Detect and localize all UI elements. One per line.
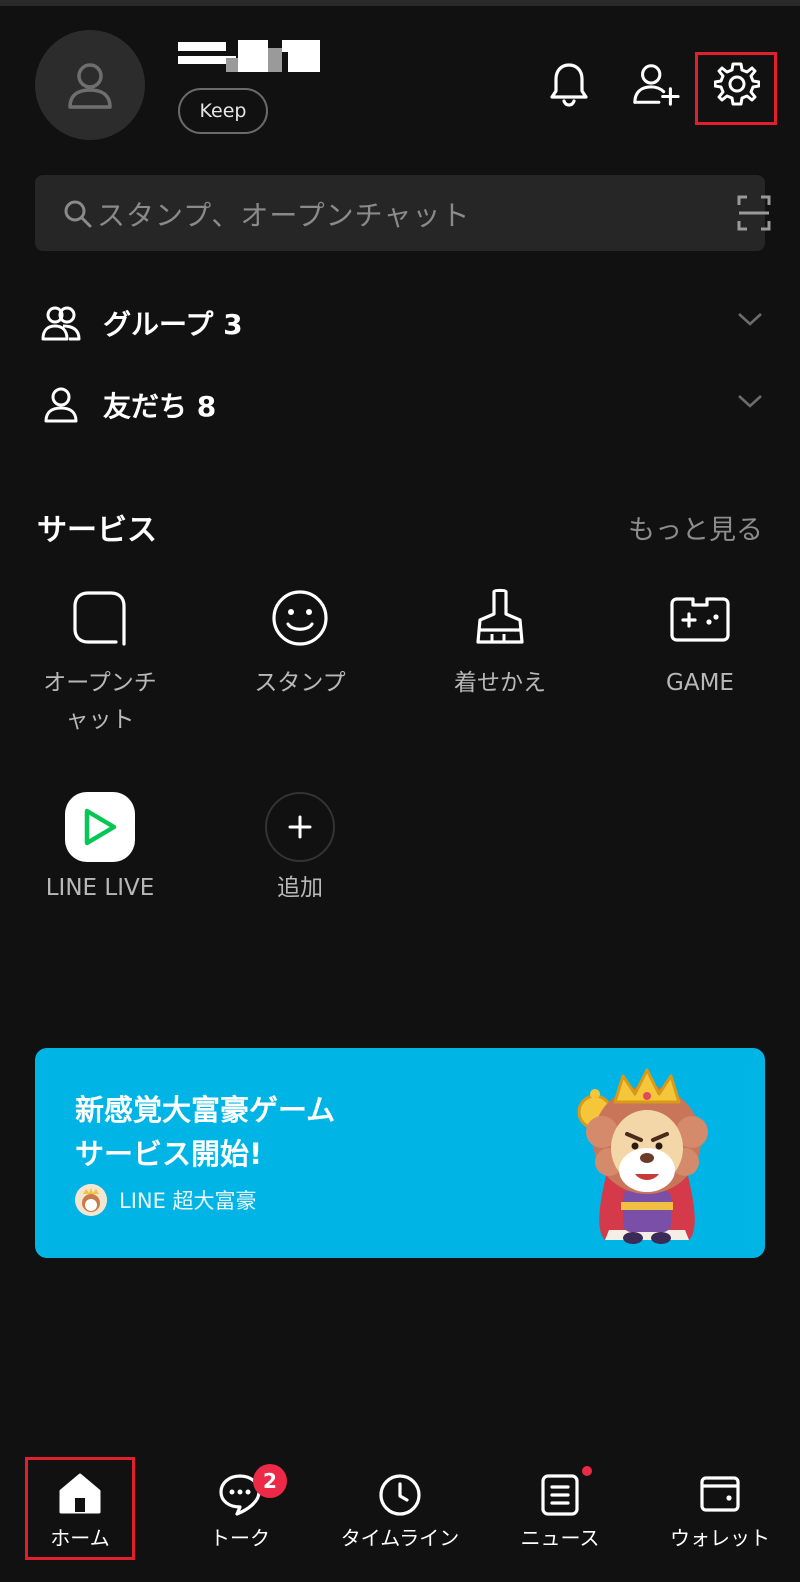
service-label: 追加 — [277, 875, 323, 901]
banner-headline-line-1: 新感覚大富豪ゲーム — [75, 1093, 336, 1127]
service-theme[interactable]: 着せかえ — [420, 583, 580, 702]
nav-label: ニュース — [520, 1526, 600, 1550]
brush-icon — [476, 588, 524, 644]
qr-scan-icon[interactable] — [737, 195, 771, 231]
home-highlight-box — [25, 1457, 135, 1560]
search-placeholder: スタンプ、オープンチャット — [97, 199, 471, 232]
nav-label: ウォレット — [670, 1526, 770, 1550]
add-friend-button[interactable] — [632, 58, 680, 110]
chevron-down-icon — [738, 313, 762, 326]
profile-name-redacted — [178, 40, 320, 72]
promo-banner[interactable]: 新感覚大富豪ゲーム サービス開始! LINE 超大富豪 — [35, 1048, 765, 1258]
friend-icon — [44, 387, 78, 423]
open-chat-icon — [73, 591, 126, 646]
unread-badge: 2 — [253, 1464, 287, 1498]
settings-highlight-box — [695, 52, 777, 125]
service-line-live[interactable]: LINE LIVE — [20, 792, 180, 907]
smiley-icon — [272, 590, 328, 646]
service-game[interactable]: GAME — [620, 583, 780, 702]
nav-timeline[interactable]: タイムライン — [320, 1460, 480, 1582]
banner-headline-line-2: サービス開始! — [75, 1137, 263, 1171]
service-stamp[interactable]: スタンプ — [220, 583, 380, 702]
notifications-button[interactable] — [545, 58, 593, 110]
service-label: オープンチャット — [43, 670, 157, 733]
services-title: サービス — [37, 513, 157, 548]
banner-headline: 新感覚大富豪ゲーム サービス開始! — [75, 1088, 335, 1176]
nav-talk[interactable]: 2 トーク — [160, 1460, 320, 1582]
gamepad-icon — [670, 597, 730, 642]
bell-icon — [550, 63, 588, 107]
service-label: スタンプ — [254, 670, 346, 696]
news-icon — [541, 1474, 579, 1516]
wallet-icon — [700, 1476, 740, 1512]
groups-label: グループ 3 — [103, 308, 243, 341]
keep-button[interactable]: Keep — [178, 88, 268, 134]
status-bar-edge — [0, 0, 800, 6]
plus-icon — [288, 815, 312, 839]
services-more-link[interactable]: もっと見る — [628, 508, 763, 547]
person-icon — [68, 63, 112, 109]
app-logo-icon — [75, 1184, 107, 1216]
service-label: 着せかえ — [454, 670, 546, 696]
nav-news[interactable]: ニュース — [480, 1460, 640, 1582]
nav-label: タイムライン — [340, 1526, 460, 1550]
add-person-icon — [633, 64, 680, 106]
search-bar[interactable]: スタンプ、オープンチャット — [35, 175, 771, 251]
friends-row[interactable]: 友だち 8 — [35, 375, 765, 435]
search-icon — [64, 200, 92, 228]
service-open-chat[interactable]: オープンチャット — [20, 583, 180, 739]
profile-avatar[interactable] — [35, 30, 145, 140]
group-icon — [41, 306, 81, 341]
chevron-down-icon — [738, 395, 762, 408]
banner-app-name: LINE 超大富豪 — [119, 1189, 257, 1213]
nav-label: トーク — [210, 1526, 270, 1550]
groups-row[interactable]: グループ 3 — [35, 293, 765, 353]
clock-icon — [379, 1474, 421, 1516]
service-add[interactable]: 追加 — [220, 792, 380, 907]
news-dot — [582, 1466, 592, 1476]
friends-label: 友だち 8 — [103, 390, 217, 423]
service-label: LINE LIVE — [45, 875, 155, 901]
banner-app-row: LINE 超大富豪 — [75, 1184, 257, 1216]
service-label: GAME — [666, 670, 734, 696]
king-lion-mascot-icon — [577, 1068, 708, 1244]
nav-wallet[interactable]: ウォレット — [640, 1460, 800, 1582]
play-icon — [84, 808, 117, 846]
